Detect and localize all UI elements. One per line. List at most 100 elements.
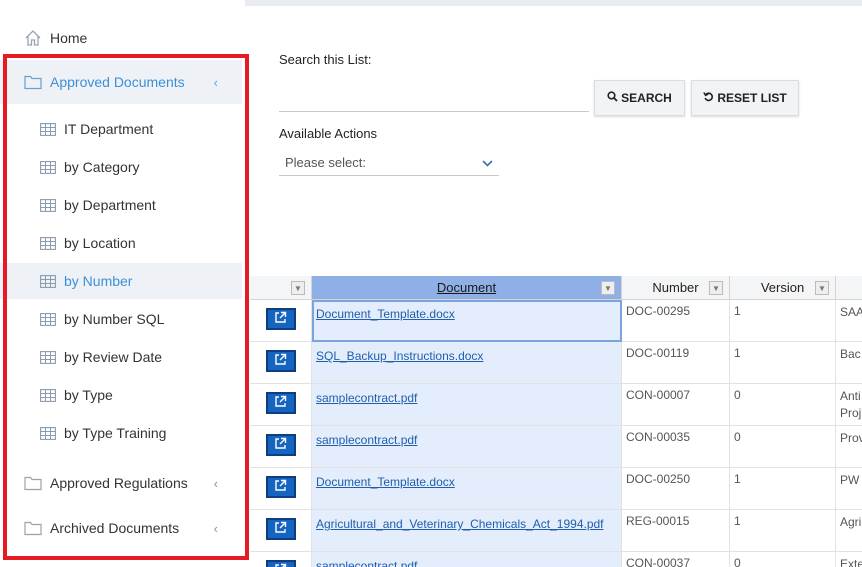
- column-header-label: Version: [760, 280, 805, 295]
- table-row: Agricultural_and_Veterinary_Chemicals_Ac…: [250, 510, 862, 552]
- table-icon: [40, 198, 56, 212]
- sidebar-subitem-label: by Number: [64, 273, 133, 289]
- table-icon: [40, 350, 56, 364]
- filter-icon[interactable]: ▼: [709, 281, 723, 295]
- document-link[interactable]: Agricultural_and_Veterinary_Chemicals_Ac…: [316, 517, 604, 531]
- row-action-cell: [250, 426, 312, 468]
- category-cell: Exte: [836, 552, 862, 567]
- sidebar: Home Approved Documents ‹ IT Department b…: [0, 0, 245, 567]
- category-cell: SAA: [836, 300, 862, 342]
- sidebar-subitem-label: by Review Date: [64, 349, 163, 365]
- open-document-button[interactable]: [265, 518, 296, 540]
- sidebar-item-approved-documents[interactable]: Approved Documents ‹: [0, 60, 242, 104]
- search-input[interactable]: [279, 86, 589, 112]
- version-cell: 1: [730, 342, 836, 384]
- document-cell: Document_Template.docx: [312, 300, 622, 342]
- row-action-cell: [250, 510, 312, 552]
- document-cell: samplecontract.pdf: [312, 426, 622, 468]
- number-cell: CON-00007: [622, 384, 730, 426]
- sidebar-item-approved-regulations[interactable]: Approved Regulations ‹: [0, 461, 242, 505]
- column-header-document[interactable]: Document ▼: [312, 276, 622, 300]
- sidebar-item-archived-documents[interactable]: Archived Documents ‹: [0, 506, 242, 550]
- chevron-left-icon[interactable]: ‹: [214, 461, 218, 505]
- version-cell: 0: [730, 426, 836, 468]
- sidebar-subitem-label: by Number SQL: [64, 311, 165, 327]
- sidebar-item-label: Approved Regulations: [50, 475, 188, 491]
- number-cell: DOC-00250: [622, 468, 730, 510]
- sidebar-subitem-label: by Type: [64, 387, 113, 403]
- category-cell: Prov: [836, 426, 862, 468]
- open-document-button[interactable]: [265, 476, 296, 498]
- table-body: Document_Template.docx DOC-00295 1 SAA SQL_B…: [250, 300, 862, 567]
- row-action-cell: [250, 552, 312, 567]
- table-row: samplecontract.pdf CON-000350Prov: [250, 426, 862, 468]
- table-header: ▼ Document ▼ Number ▼ Version ▼: [250, 276, 862, 300]
- document-cell: samplecontract.pdf: [312, 384, 622, 426]
- document-cell: SQL_Backup_Instructions.docx: [312, 342, 622, 384]
- number-cell: DOC-00295: [622, 300, 730, 342]
- sidebar-item-label: Home: [50, 30, 88, 46]
- folder-icon: [24, 74, 42, 90]
- sidebar-subitem[interactable]: by Type Training: [0, 415, 242, 451]
- document-link[interactable]: Document_Template.docx: [316, 307, 455, 321]
- sidebar-subitem[interactable]: by Category: [0, 149, 242, 185]
- sidebar-subitem-label: IT Department: [64, 121, 154, 137]
- sidebar-subitem[interactable]: by Department: [0, 187, 242, 223]
- chevron-left-icon[interactable]: ‹: [214, 506, 218, 550]
- open-document-button[interactable]: [265, 434, 296, 456]
- row-action-cell: [250, 384, 312, 426]
- open-document-button[interactable]: [265, 392, 296, 414]
- search-label: Search this List:: [279, 52, 372, 67]
- sidebar-item-home[interactable]: Home: [0, 24, 242, 52]
- folder-icon: [24, 475, 42, 491]
- select-value: Please select:: [285, 155, 366, 170]
- version-cell: 1: [730, 510, 836, 552]
- version-cell: 1: [730, 468, 836, 510]
- filter-icon[interactable]: ▼: [815, 281, 829, 295]
- table-icon: [40, 426, 56, 440]
- table-icon: [40, 388, 56, 402]
- filter-icon[interactable]: ▼: [291, 281, 305, 295]
- sidebar-subitem[interactable]: by Location: [0, 225, 242, 261]
- sidebar-subitem-label: by Category: [64, 159, 140, 175]
- document-cell: samplecontract.pdf: [312, 552, 622, 567]
- search-button-label: SEARCH: [621, 91, 672, 105]
- document-link[interactable]: Document_Template.docx: [316, 475, 455, 489]
- external-link-icon: [274, 563, 287, 567]
- open-document-button[interactable]: [265, 560, 296, 567]
- document-link[interactable]: samplecontract.pdf: [316, 433, 417, 447]
- sidebar-subitem[interactable]: by Number SQL: [0, 301, 242, 337]
- column-header-number[interactable]: Number ▼: [622, 276, 730, 300]
- sidebar-item-label: Approved Documents: [50, 74, 185, 90]
- chevron-down-icon: [482, 156, 493, 170]
- sidebar-subitem[interactable]: by Number: [0, 263, 242, 299]
- sidebar-subitem[interactable]: by Review Date: [0, 339, 242, 375]
- home-icon: [24, 29, 42, 47]
- available-actions-select[interactable]: Please select:: [279, 150, 499, 176]
- search-button[interactable]: SEARCH: [594, 80, 685, 116]
- external-link-icon: [274, 437, 287, 453]
- available-actions-label: Available Actions: [279, 126, 378, 141]
- document-link[interactable]: SQL_Backup_Instructions.docx: [316, 349, 483, 363]
- filter-icon[interactable]: ▼: [601, 281, 615, 295]
- top-strip: [240, 0, 862, 6]
- reset-list-button[interactable]: RESET LIST: [691, 80, 799, 116]
- document-link[interactable]: samplecontract.pdf: [316, 391, 417, 405]
- sidebar-subitem[interactable]: IT Department: [0, 111, 242, 147]
- search-icon: [607, 91, 618, 105]
- open-document-button[interactable]: [265, 350, 296, 372]
- external-link-icon: [274, 521, 287, 537]
- table-row: Document_Template.docx DOC-00295 1 SAA: [250, 300, 862, 342]
- document-link[interactable]: samplecontract.pdf: [316, 559, 417, 567]
- open-document-button[interactable]: [265, 308, 296, 330]
- column-header-category[interactable]: [836, 276, 862, 300]
- column-header-actions: ▼: [250, 276, 312, 300]
- sidebar-subitem[interactable]: by Type: [0, 377, 242, 413]
- chevron-left-icon[interactable]: ‹: [214, 60, 218, 104]
- column-header-version[interactable]: Version ▼: [730, 276, 836, 300]
- row-action-cell: [250, 342, 312, 384]
- sidebar-item-label: Archived Documents: [50, 520, 180, 536]
- number-cell: CON-00035: [622, 426, 730, 468]
- sidebar-subitem-label: by Location: [64, 235, 136, 251]
- reset-button-label: RESET LIST: [717, 91, 787, 105]
